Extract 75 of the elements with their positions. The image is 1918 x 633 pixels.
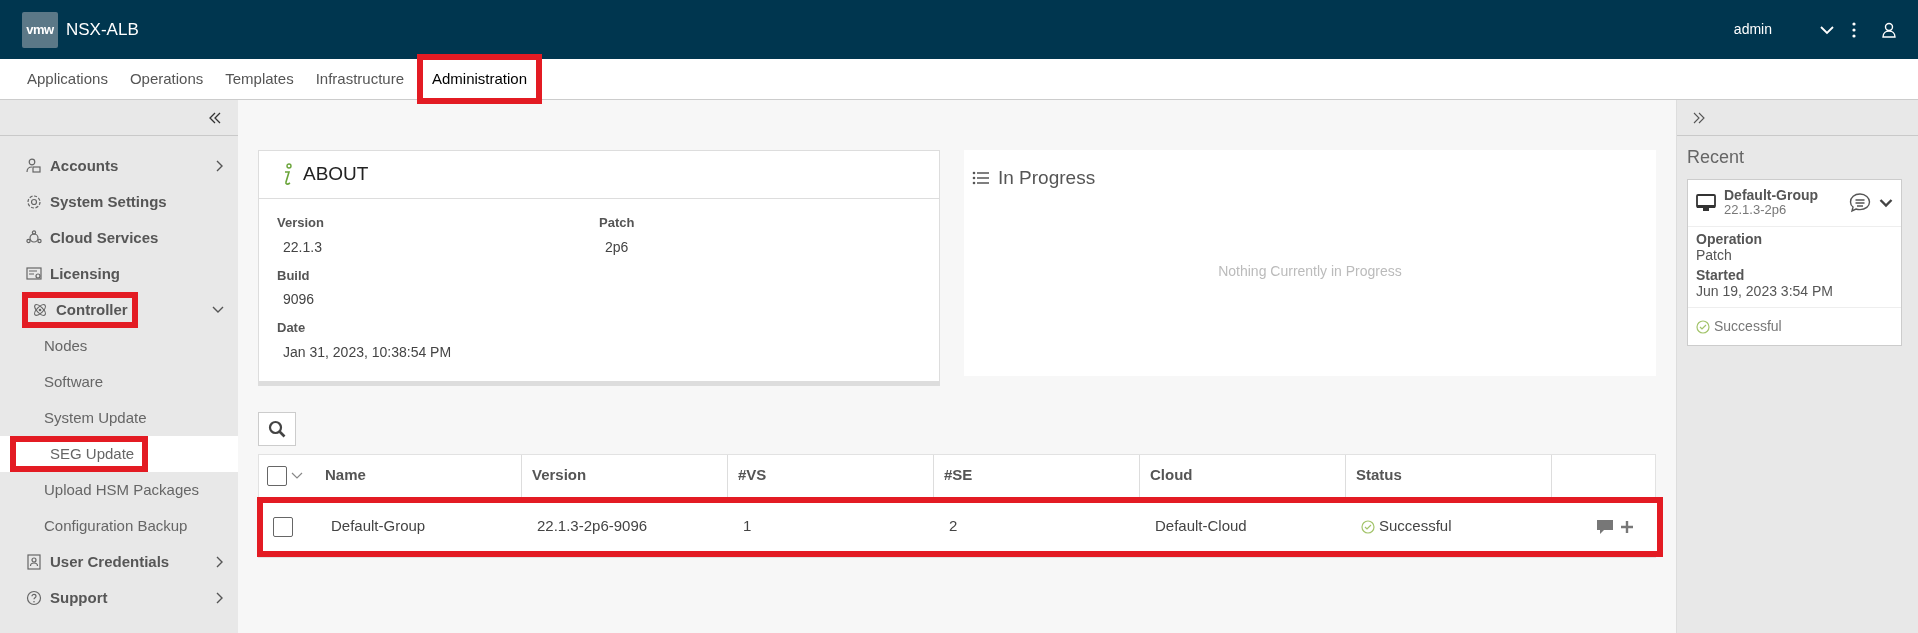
sidebar-subitem[interactable]: Software bbox=[0, 364, 238, 400]
empty-message: Nothing Currently in Progress bbox=[1218, 261, 1402, 281]
certificate-icon bbox=[26, 266, 42, 282]
table-cell-text: Default-Cloud bbox=[1154, 516, 1248, 537]
sidebar-subitem[interactable]: Nodes bbox=[0, 328, 238, 364]
nav-tab[interactable]: Operations bbox=[120, 59, 213, 99]
search-button[interactable] bbox=[258, 411, 296, 446]
list-icon bbox=[972, 171, 990, 186]
app-name: NSX-ALB bbox=[66, 18, 139, 41]
field-value: Jan 31, 2023, 10:38:54 PM bbox=[282, 342, 453, 362]
column-header[interactable]: #SE bbox=[933, 454, 1139, 497]
section-title: Recent bbox=[1686, 146, 1746, 169]
table-row[interactable]: Default-Group 22.1.3-2p6-9096 1 2 Default-Cloud Successful bbox=[257, 496, 1663, 557]
sidebar-subitem[interactable]: Upload HSM Packages bbox=[0, 472, 238, 508]
item-name: Default-Group bbox=[1724, 188, 1820, 204]
column-header[interactable]: Cloud bbox=[1139, 454, 1345, 497]
plus-icon[interactable] bbox=[1621, 520, 1633, 533]
gear-icon bbox=[26, 194, 42, 210]
comment-icon[interactable] bbox=[1597, 519, 1613, 534]
comment-icon[interactable] bbox=[1849, 192, 1871, 213]
sidebar-subitem[interactable]: Configuration Backup bbox=[0, 508, 238, 544]
status-text: Successful bbox=[1379, 516, 1452, 537]
badge-icon bbox=[26, 554, 42, 570]
user-icon[interactable] bbox=[1882, 21, 1896, 38]
panel-title: In Progress bbox=[998, 166, 1096, 190]
field-value: Jun 19, 2023 3:54 PM bbox=[1696, 282, 1834, 300]
check-circle-icon bbox=[1696, 319, 1710, 334]
field-value: 9096 bbox=[282, 290, 316, 309]
sidebar-item[interactable]: Support bbox=[0, 580, 238, 616]
table-cell-text: 22.1.3-2p6-9096 bbox=[536, 516, 649, 537]
nav-tab[interactable]: Infrastructure bbox=[306, 59, 413, 99]
column-header[interactable]: Name bbox=[315, 454, 521, 497]
user-name: admin bbox=[1733, 20, 1772, 39]
column-header[interactable]: Version bbox=[521, 454, 727, 497]
monitor-icon bbox=[1696, 193, 1716, 212]
check-circle-icon bbox=[1361, 519, 1375, 534]
field-value: 2p6 bbox=[604, 237, 630, 257]
more-icon[interactable] bbox=[1852, 21, 1856, 38]
expand-right-icon[interactable] bbox=[1693, 111, 1705, 124]
chevron-down-icon[interactable] bbox=[1879, 197, 1893, 208]
sidebar-item[interactable]: System Settings bbox=[0, 184, 238, 220]
row-checkbox[interactable] bbox=[273, 516, 293, 537]
logo: vmw bbox=[22, 11, 58, 48]
atom-icon bbox=[32, 302, 48, 318]
field-value: 22.1.3 bbox=[282, 237, 323, 257]
table-cell-text: Default-Group bbox=[330, 516, 427, 537]
column-header[interactable]: Status bbox=[1345, 454, 1551, 497]
sidebar-item[interactable]: Licensing bbox=[0, 256, 238, 292]
table-cell-text: 2 bbox=[948, 516, 959, 537]
search-icon bbox=[268, 419, 286, 438]
nav-tab[interactable]: Administration bbox=[417, 53, 543, 105]
sidebar-subitem[interactable]: System Update bbox=[0, 400, 238, 436]
help-icon bbox=[26, 590, 42, 606]
field-label: Patch bbox=[599, 214, 636, 232]
status-text: Successful bbox=[1714, 317, 1782, 337]
field-label: Date bbox=[277, 319, 307, 337]
collapse-left-icon[interactable] bbox=[208, 111, 222, 124]
network-icon bbox=[26, 230, 42, 246]
select-all-checkbox[interactable] bbox=[267, 465, 287, 486]
people-icon bbox=[26, 158, 42, 174]
nav-tab[interactable]: Applications bbox=[18, 59, 117, 99]
sidebar-item[interactable]: Accounts bbox=[0, 148, 238, 184]
field-label: Version bbox=[277, 214, 325, 232]
item-version: 22.1.3-2p6 bbox=[1724, 203, 1787, 218]
field-label: Build bbox=[277, 266, 311, 285]
nav-tab[interactable]: Templates bbox=[216, 59, 303, 99]
sidebar-subitem[interactable]: SEG Update bbox=[0, 436, 238, 472]
sidebar-item[interactable]: User Credentials bbox=[0, 544, 238, 580]
column-header[interactable]: #VS bbox=[727, 454, 933, 497]
field-label: Started bbox=[1696, 266, 1746, 283]
field-value: Patch bbox=[1696, 246, 1732, 263]
field-label: Operation bbox=[1696, 230, 1764, 247]
table-cell-text: 1 bbox=[742, 516, 753, 537]
panel-title: ABOUT bbox=[303, 162, 369, 187]
sidebar-item[interactable]: Cloud Services bbox=[0, 220, 238, 256]
